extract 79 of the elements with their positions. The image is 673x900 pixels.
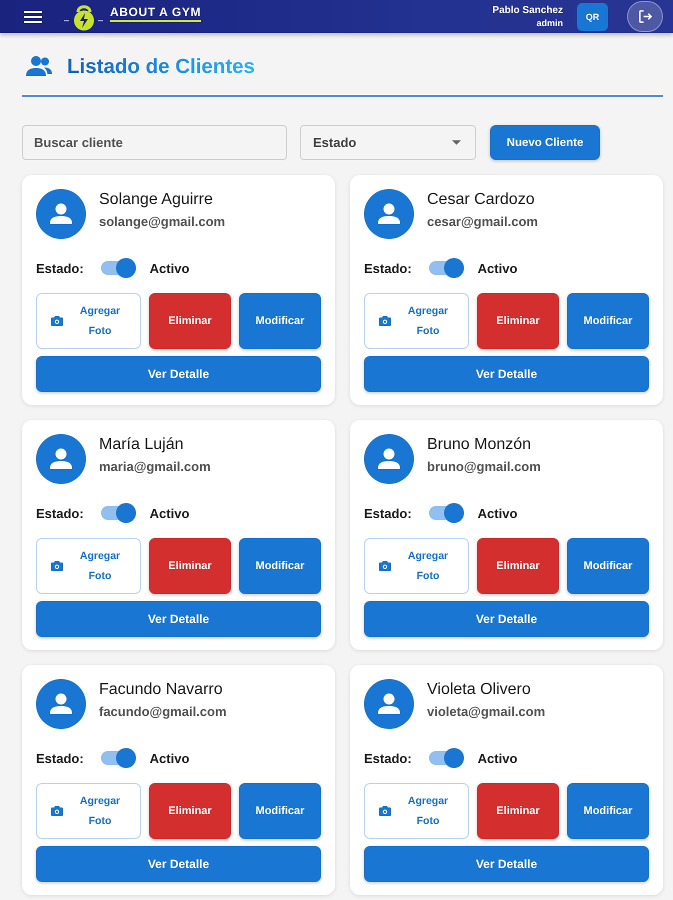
status-text: Activo: [150, 750, 190, 766]
camera-icon: [379, 316, 391, 326]
client-email: maria@gmail.com: [99, 458, 211, 476]
toggle-switch[interactable]: [428, 503, 464, 523]
status-text: Activo: [478, 260, 518, 276]
add-photo-button[interactable]: Agregar Foto: [36, 783, 141, 839]
client-name: Solange Aguirre: [99, 190, 214, 210]
add-photo-button[interactable]: Agregar Foto: [364, 293, 469, 349]
view-detail-button[interactable]: Ver Detalle: [364, 356, 649, 392]
client-email: facundo@gmail.com: [99, 703, 227, 721]
view-detail-button[interactable]: Ver Detalle: [364, 846, 649, 882]
logo-text: ABOUT A GYM: [110, 6, 202, 22]
status-select[interactable]: Estado: [300, 125, 476, 160]
new-client-button[interactable]: Nuevo Cliente: [490, 125, 600, 160]
user-name: Pablo Sanchez: [492, 4, 563, 17]
avatar-icon: [364, 189, 414, 239]
view-detail-button[interactable]: Ver Detalle: [36, 601, 321, 637]
avatar-icon: [36, 679, 86, 729]
status-label: Estado:: [364, 506, 412, 520]
logout-icon: [638, 9, 652, 24]
view-detail-button[interactable]: Ver Detalle: [36, 356, 321, 392]
avatar-icon: [36, 189, 86, 239]
edit-button[interactable]: Modificar: [567, 293, 649, 349]
delete-button[interactable]: Eliminar: [477, 293, 559, 349]
camera-icon: [379, 561, 391, 571]
toggle-switch[interactable]: [100, 503, 136, 523]
camera-icon: [51, 806, 63, 816]
add-photo-button[interactable]: Agregar Foto: [36, 293, 141, 349]
status-label: Estado:: [364, 260, 412, 276]
edit-button[interactable]: Modificar: [239, 783, 321, 839]
view-detail-button[interactable]: Ver Detalle: [364, 601, 649, 637]
status-text: Activo: [150, 506, 190, 520]
add-photo-button[interactable]: Agregar Foto: [364, 538, 469, 594]
status-text: Activo: [150, 260, 190, 276]
logout-button[interactable]: [627, 1, 663, 32]
delete-button[interactable]: Eliminar: [477, 783, 559, 839]
qr-button[interactable]: QR: [577, 2, 608, 30]
edit-button[interactable]: Modificar: [567, 538, 649, 594]
edit-button[interactable]: Modificar: [239, 538, 321, 594]
delete-button[interactable]: Eliminar: [149, 293, 231, 349]
camera-icon: [379, 806, 391, 816]
client-name: Facundo Navarro: [99, 680, 224, 700]
user-role: admin: [536, 17, 563, 29]
status-label: Estado:: [36, 260, 84, 276]
status-text: Activo: [478, 750, 518, 766]
client-name: María Luján: [99, 435, 184, 455]
client-name: Violeta Olivero: [427, 680, 532, 700]
client-email: violeta@gmail.com: [427, 703, 546, 721]
edit-button[interactable]: Modificar: [239, 293, 321, 349]
caret-icon: [452, 140, 461, 145]
status-label: Estado:: [36, 506, 84, 520]
avatar-icon: [364, 434, 414, 484]
client-email: cesar@gmail.com: [427, 213, 538, 231]
client-email: solange@gmail.com: [99, 213, 226, 231]
search-field[interactable]: Buscar cliente: [22, 125, 287, 160]
client-email: bruno@gmail.com: [427, 458, 541, 476]
toggle-switch[interactable]: [428, 258, 464, 278]
edit-button[interactable]: Modificar: [567, 783, 649, 839]
client-name: Bruno Monzón: [427, 435, 532, 455]
users-icon: [25, 54, 53, 78]
camera-icon: [51, 316, 63, 326]
view-detail-button[interactable]: Ver Detalle: [36, 846, 321, 882]
menu-icon[interactable]: [24, 10, 42, 22]
add-photo-button[interactable]: Agregar Foto: [36, 538, 141, 594]
avatar-icon: [36, 434, 86, 484]
toggle-switch[interactable]: [100, 748, 136, 768]
status-label: Estado:: [364, 750, 412, 766]
client-name: Cesar Cardozo: [427, 190, 536, 210]
add-photo-button[interactable]: Agregar Foto: [364, 783, 469, 839]
delete-button[interactable]: Eliminar: [149, 538, 231, 594]
camera-icon: [51, 561, 63, 571]
kettlebell-icon: [64, 2, 104, 30]
status-label: Estado:: [36, 750, 84, 766]
toggle-switch[interactable]: [428, 748, 464, 768]
status-text: Activo: [478, 506, 518, 520]
avatar-icon: [364, 679, 414, 729]
delete-button[interactable]: Eliminar: [149, 783, 231, 839]
delete-button[interactable]: Eliminar: [477, 538, 559, 594]
toggle-switch[interactable]: [100, 258, 136, 278]
